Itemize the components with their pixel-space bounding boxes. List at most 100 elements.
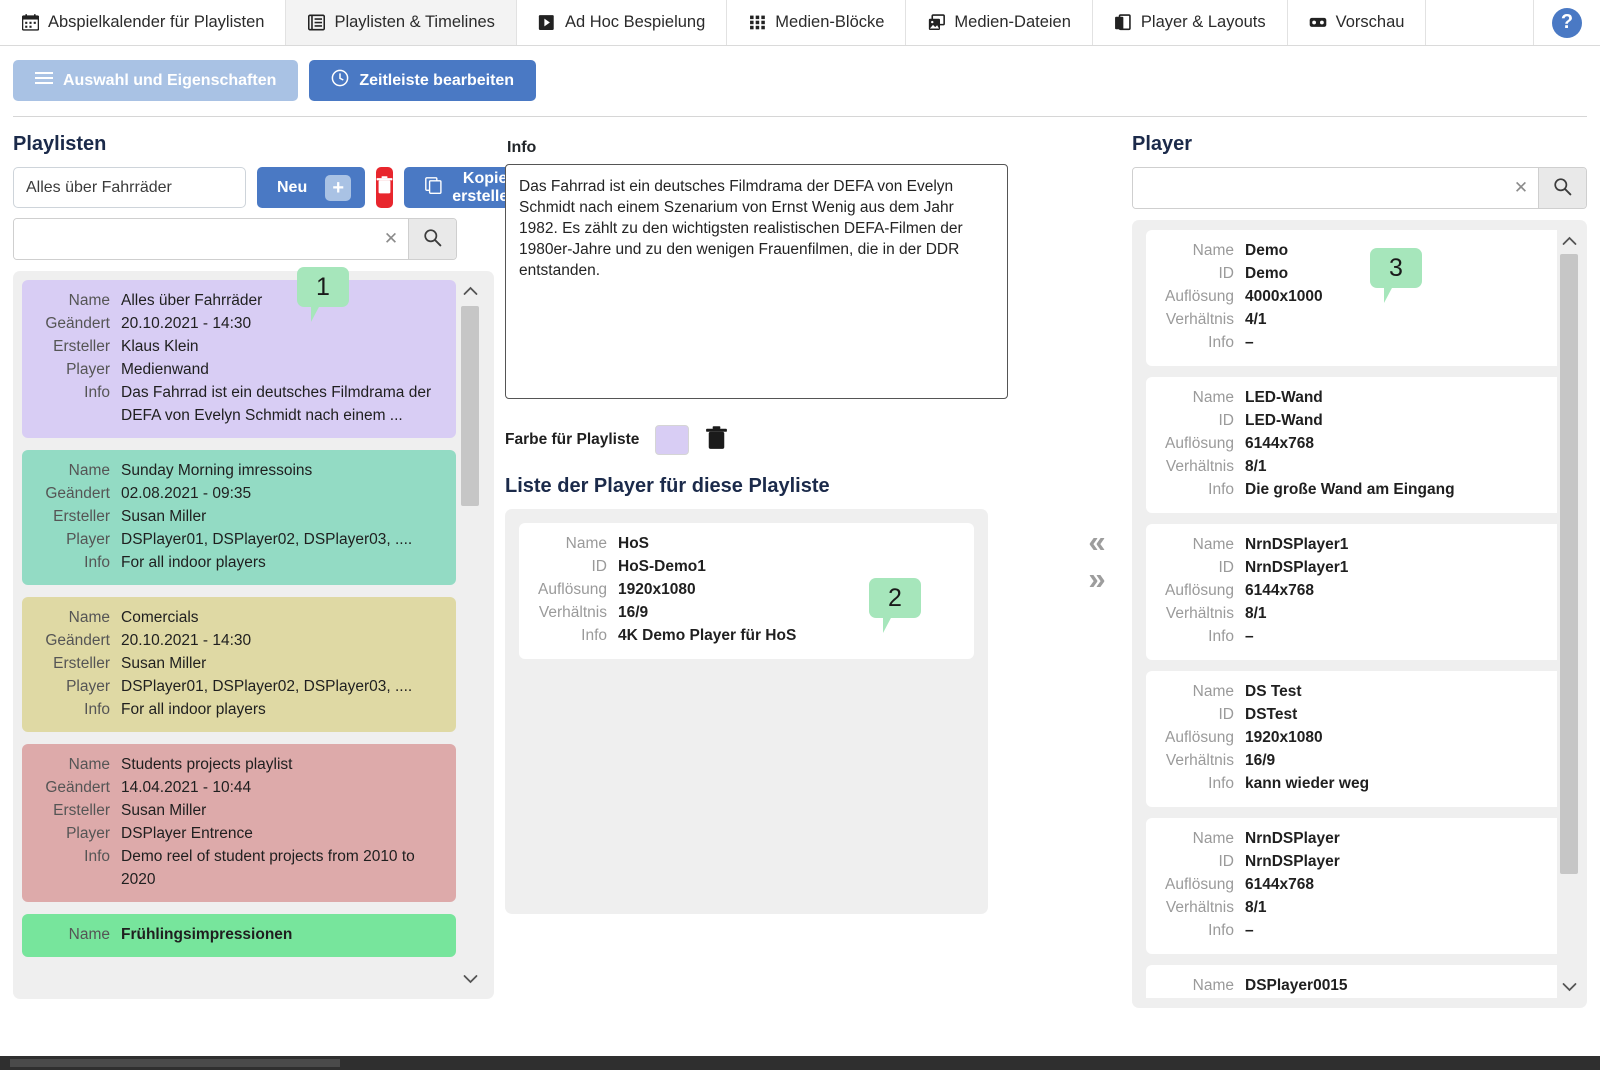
- playlist-changed: 14.04.2021 - 10:44: [121, 779, 252, 796]
- player-info: –: [1245, 628, 1254, 645]
- scrollbar-thumb[interactable]: [1560, 254, 1578, 874]
- scroll-up-icon[interactable]: [1562, 230, 1577, 252]
- player-card[interactable]: Name NrnDSPlayer ID NrnDSPlayer Auflösung 6…: [1146, 818, 1571, 954]
- scrollbar-track[interactable]: [461, 302, 479, 968]
- playlist-card[interactable]: Name Alles über Fahrräder Geändert 20.10.2…: [22, 280, 456, 438]
- color-label: Farbe für Playliste: [505, 431, 640, 448]
- field-label-creator: Ersteller: [53, 802, 110, 819]
- players-title: Player: [1132, 133, 1193, 155]
- player-resolution: 6144x768: [1245, 435, 1314, 452]
- clear-search-icon[interactable]: ✕: [1504, 168, 1538, 208]
- field-label-creator: Ersteller: [53, 655, 110, 672]
- player-name: NrnDSPlayer: [1245, 830, 1340, 847]
- tab-abspielkalender[interactable]: Abspielkalender für Playlisten: [0, 0, 287, 45]
- player-name: DS Test: [1245, 683, 1302, 700]
- player-name: HoS: [618, 535, 649, 552]
- tab-medien-bloecke[interactable]: Medien-Blöcke: [727, 0, 907, 45]
- color-swatch[interactable]: [655, 425, 690, 455]
- tab-label: Ad Hoc Bespielung: [564, 13, 706, 31]
- field-label-info: Info: [1208, 334, 1234, 351]
- help-area: ?: [1534, 0, 1600, 45]
- field-label-creator: Ersteller: [53, 338, 110, 355]
- field-label-ratio: Verhältnis: [1165, 605, 1234, 622]
- scrollbar-thumb[interactable]: [461, 306, 479, 506]
- field-label-player: Player: [66, 361, 110, 378]
- field-label-info: Info: [1208, 481, 1234, 498]
- field-label-name: Name: [1192, 683, 1234, 700]
- playlist-player: Medienwand: [121, 361, 209, 378]
- tab-vorschau[interactable]: Vorschau: [1287, 0, 1427, 45]
- player-card[interactable]: Name NrnDSPlayer1 ID NrnDSPlayer1 Auflösun…: [1146, 524, 1571, 660]
- field-label-name: Name: [1192, 389, 1234, 406]
- field-label-resolution: Auflösung: [1165, 876, 1234, 893]
- field-label-changed: Geändert: [45, 315, 110, 332]
- playlist-card[interactable]: Name Comercials Geändert 20.10.2021 - 14:3…: [22, 597, 456, 732]
- list-icon: [307, 14, 325, 32]
- player-card[interactable]: Name DS Test ID DSTest Auflösung 1920x1080 …: [1146, 671, 1571, 807]
- button-label: Auswahl und Eigenschaften: [63, 71, 277, 89]
- playlist-name-input[interactable]: [13, 167, 246, 208]
- field-label-info: Info: [84, 848, 110, 865]
- player-search-input[interactable]: [1133, 168, 1504, 208]
- field-label-ratio: Verhältnis: [1165, 899, 1234, 916]
- callout-2: 2: [869, 578, 921, 633]
- transfer-buttons: « »: [1062, 117, 1132, 1002]
- player-ratio: 16/9: [1245, 752, 1276, 769]
- tab-label: Abspielkalender für Playlisten: [48, 13, 265, 31]
- search-button[interactable]: [408, 219, 456, 259]
- field-label-info: Info: [581, 627, 607, 644]
- playlist-player: DSPlayer01, DSPlayer02, DSPlayer03, ....: [121, 678, 413, 695]
- playlists-scrollbar[interactable]: [458, 280, 482, 990]
- field-label-info: Info: [84, 384, 110, 401]
- auswahl-und-eigenschaften-button[interactable]: Auswahl und Eigenschaften: [13, 60, 299, 101]
- field-label-ratio: Verhältnis: [1165, 311, 1234, 328]
- field-label-name: Name: [68, 756, 110, 773]
- field-label-player: Player: [66, 825, 110, 842]
- playlist-card[interactable]: Name Frühlingsimpressionen: [22, 914, 456, 957]
- tab-playlisten-timelines[interactable]: Playlisten & Timelines: [286, 0, 517, 45]
- new-playlist-button[interactable]: Neu +: [257, 167, 366, 208]
- plus-icon: +: [325, 174, 352, 201]
- tab-ad-hoc-bespielung[interactable]: Ad Hoc Bespielung: [516, 0, 728, 45]
- zeitleiste-bearbeiten-button[interactable]: Zeitleiste bearbeiten: [309, 60, 537, 101]
- scroll-down-icon[interactable]: [463, 968, 478, 990]
- player-card[interactable]: Name DSPlayer0015: [1146, 965, 1571, 998]
- playlist-name: Frühlingsimpressionen: [121, 926, 293, 943]
- players-scroll-area: Name Demo ID Demo Auflösung 4000x1000 Verhä…: [1146, 230, 1571, 998]
- tab-player-layouts[interactable]: Player & Layouts: [1092, 0, 1288, 45]
- playlist-player: DSPlayer01, DSPlayer02, DSPlayer03, ....: [121, 531, 413, 548]
- player-card[interactable]: Name Demo ID Demo Auflösung 4000x1000 Verhä…: [1146, 230, 1571, 366]
- info-column: Info Das Fahrrad ist ein deutsches Filmd…: [494, 117, 1062, 1002]
- field-label-name: Name: [565, 535, 607, 552]
- scrollbar-track[interactable]: [1560, 252, 1578, 976]
- move-right-button[interactable]: »: [1088, 563, 1105, 594]
- player-id: LED-Wand: [1245, 412, 1323, 429]
- playlist-info: Demo reel of student projects from 2010 …: [121, 848, 415, 888]
- player-card[interactable]: Name LED-Wand ID LED-Wand Auflösung 6144x76…: [1146, 377, 1571, 513]
- playlist-search-row: ✕: [13, 218, 457, 260]
- playlist-creator: Susan Miller: [121, 508, 207, 525]
- image-icon: [927, 14, 945, 32]
- playlist-action-row: Neu + Kopie erstellen Abbrechen: [13, 167, 857, 208]
- delete-playlist-button[interactable]: [376, 167, 394, 208]
- field-label-resolution: Auflösung: [1165, 288, 1234, 305]
- preview-icon: [1309, 14, 1327, 32]
- clear-color-trash-icon[interactable]: [705, 425, 728, 455]
- field-label-player: Player: [66, 531, 110, 548]
- players-scrollbar[interactable]: [1557, 230, 1581, 998]
- playlist-card[interactable]: Name Sunday Morning imressoins Geändert 02…: [22, 450, 456, 585]
- move-left-button[interactable]: «: [1088, 526, 1105, 557]
- help-icon[interactable]: ?: [1552, 7, 1582, 38]
- field-label-name: Name: [1192, 536, 1234, 553]
- search-button[interactable]: [1538, 168, 1586, 208]
- playlist-card[interactable]: Name Students projects playlist Geändert 1…: [22, 744, 456, 902]
- play-icon: [538, 14, 556, 32]
- scroll-down-icon[interactable]: [1562, 976, 1577, 998]
- info-textarea[interactable]: Das Fahrrad ist ein deutsches Filmdrama …: [505, 164, 1008, 399]
- scroll-up-icon[interactable]: [463, 280, 478, 302]
- players-column: Player ✕ Name Demo ID Demo Auflösung 4000x1…: [1132, 117, 1587, 1008]
- playlist-search-input[interactable]: [14, 219, 374, 259]
- playlist-creator: Susan Miller: [121, 655, 207, 672]
- clear-search-icon[interactable]: ✕: [374, 219, 408, 259]
- tab-medien-dateien[interactable]: Medien-Dateien: [906, 0, 1093, 45]
